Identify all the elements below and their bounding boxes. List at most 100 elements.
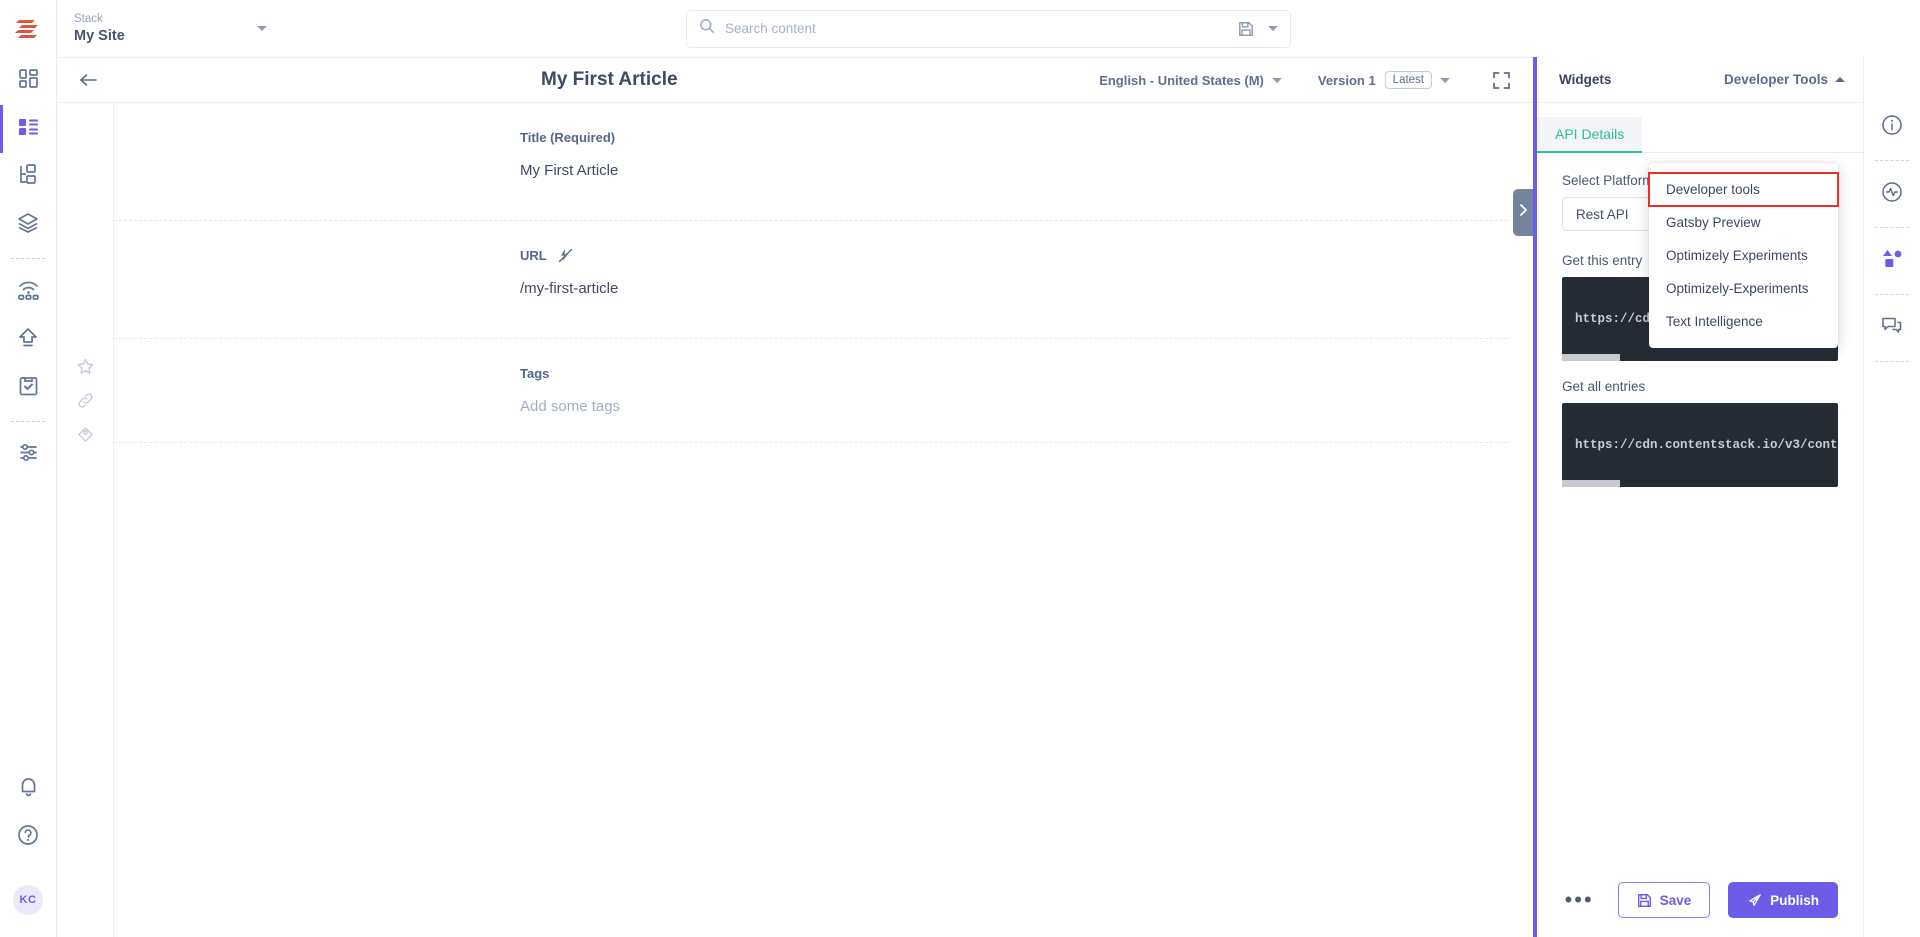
publish-button-label: Publish (1770, 892, 1819, 908)
stack-name: My Site (74, 28, 125, 44)
chevron-right-icon (1518, 203, 1528, 222)
rocket-icon (1747, 893, 1762, 908)
search-bar[interactable] (686, 9, 1291, 48)
back-button[interactable] (79, 72, 98, 88)
dropdown-item-optimizely-experiments[interactable]: Optimizely Experiments (1649, 239, 1838, 272)
rail-divider-2 (11, 421, 45, 422)
sidebar-item-dashboard[interactable] (0, 57, 57, 105)
platform-select-value: Rest API (1576, 206, 1629, 222)
url-field-value[interactable]: /my-first-article (520, 280, 1508, 297)
dropdown-item-gatsby-preview[interactable]: Gatsby Preview (1649, 206, 1838, 239)
sidebar-item-audit-log[interactable] (0, 364, 57, 412)
floppy-disk-icon (1637, 893, 1652, 908)
right-tools-rail (1863, 57, 1920, 937)
publish-button[interactable]: Publish (1728, 882, 1838, 918)
field-label: Tags (520, 366, 1508, 381)
chevron-up-icon (1835, 77, 1845, 82)
sliders-settings-icon (18, 442, 39, 468)
avatar[interactable]: KC (13, 885, 43, 915)
entry-header: My First Article English - United States… (57, 57, 1533, 103)
upload-arrow-icon (18, 327, 38, 353)
horizontal-scrollbar[interactable] (1562, 480, 1620, 487)
tab-strip-filler (1642, 117, 1863, 153)
widgets-button[interactable] (1864, 237, 1920, 285)
field-spacer (520, 179, 1508, 193)
chevron-down-icon (257, 26, 267, 31)
entry-details-button[interactable] (1864, 103, 1920, 151)
status-badge: Latest (1384, 71, 1432, 89)
activity-button[interactable] (1864, 170, 1920, 218)
entry-action-bar: ••• Save Publish (1537, 863, 1863, 937)
dashboard-grid-icon (18, 68, 39, 94)
stack-selector[interactable]: Stack My Site (57, 12, 267, 45)
question-circle-icon (17, 824, 39, 851)
auto-generate-icon[interactable] (558, 248, 573, 263)
hierarchy-tree-icon (18, 164, 38, 190)
right-rail-divider (1875, 160, 1909, 161)
workspace: Title (Required) My First Article URL /m… (57, 103, 1533, 937)
floppy-disk-icon[interactable] (1238, 21, 1254, 37)
sidebar-item-taxonomy[interactable] (0, 153, 57, 201)
field-title: Title (Required) My First Article (114, 103, 1508, 221)
horizontal-scrollbar[interactable] (1562, 354, 1620, 361)
main-column: My First Article English - United States… (57, 57, 1533, 937)
widgets-panel-title: Widgets (1559, 72, 1612, 87)
sidebar-item-settings[interactable] (0, 431, 57, 479)
sidebar-item-assets[interactable] (0, 201, 57, 249)
version-selector[interactable]: Version 1 Latest (1318, 71, 1450, 89)
chevron-down-icon (1271, 77, 1282, 83)
save-button[interactable]: Save (1617, 882, 1711, 918)
sidebar-item-publish-queue[interactable] (0, 316, 57, 364)
field-tags: Tags Add some tags (114, 339, 1508, 443)
dropdown-item-optimizely-experiments-alt[interactable]: Optimizely-Experiments (1649, 272, 1838, 305)
link-icon[interactable] (77, 392, 94, 409)
info-circle-icon (1881, 114, 1903, 141)
top-bar: Stack My Site (57, 0, 1920, 57)
clipboard-check-icon (19, 375, 38, 401)
title-field-value[interactable]: My First Article (520, 162, 1508, 179)
save-button-label: Save (1659, 892, 1692, 908)
more-options-button[interactable]: ••• (1565, 889, 1600, 911)
notifications-button[interactable] (0, 765, 57, 813)
field-label-text: Tags (520, 366, 550, 381)
shapes-widgets-icon (1881, 248, 1903, 274)
activity-pulse-icon (1881, 181, 1903, 208)
code-label-get-all-entries: Get all entries (1562, 379, 1646, 394)
contentstack-logo-icon[interactable] (0, 0, 56, 57)
stack-texts: Stack My Site (74, 12, 249, 45)
search-icon (699, 18, 715, 39)
search-input[interactable] (725, 21, 1238, 36)
right-rail-top-spacer (1864, 57, 1920, 103)
right-rail-divider-2 (1875, 227, 1909, 228)
dropdown-item-developer-tools[interactable]: Developer tools (1648, 172, 1839, 207)
help-button[interactable] (0, 813, 57, 861)
panel-tabs: API Details (1537, 117, 1863, 153)
comment-bubbles-icon (1881, 315, 1903, 341)
field-url: URL /my-first-article (114, 221, 1508, 339)
tag-icon[interactable] (77, 426, 94, 443)
layers-stack-icon (17, 212, 39, 238)
search-wrapper (267, 9, 1710, 48)
widget-selector-label: Developer Tools (1723, 72, 1828, 87)
sidebar-item-content-types[interactable] (0, 105, 57, 153)
right-rail-divider-4 (1875, 361, 1909, 362)
page-title: My First Article (541, 69, 678, 90)
content-list-icon (18, 118, 39, 141)
code-block-get-all-entries[interactable]: https://cdn.contentstack.io/v3/content_t… (1562, 403, 1838, 487)
fullscreen-button[interactable] (1492, 71, 1511, 90)
collapse-panel-button[interactable] (1513, 189, 1533, 236)
star-icon[interactable] (77, 358, 94, 375)
rail-divider (11, 258, 45, 259)
stack-label: Stack (74, 13, 103, 25)
chevron-down-icon[interactable] (1268, 26, 1278, 31)
locale-selector[interactable]: English - United States (M) (1099, 73, 1282, 88)
widgets-panel-header: Widgets Developer Tools (1537, 57, 1863, 103)
entry-form: Title (Required) My First Article URL /m… (114, 103, 1533, 937)
tab-api-details[interactable]: API Details (1537, 117, 1643, 153)
dropdown-item-text-intelligence[interactable]: Text Intelligence (1649, 305, 1838, 338)
wifi-modules-icon (17, 280, 40, 305)
tags-field-value[interactable]: Add some tags (520, 398, 1508, 415)
sidebar-item-releases[interactable] (0, 268, 57, 316)
comments-button[interactable] (1864, 304, 1920, 352)
widget-selector-dropdown[interactable]: Developer Tools (1724, 72, 1845, 87)
